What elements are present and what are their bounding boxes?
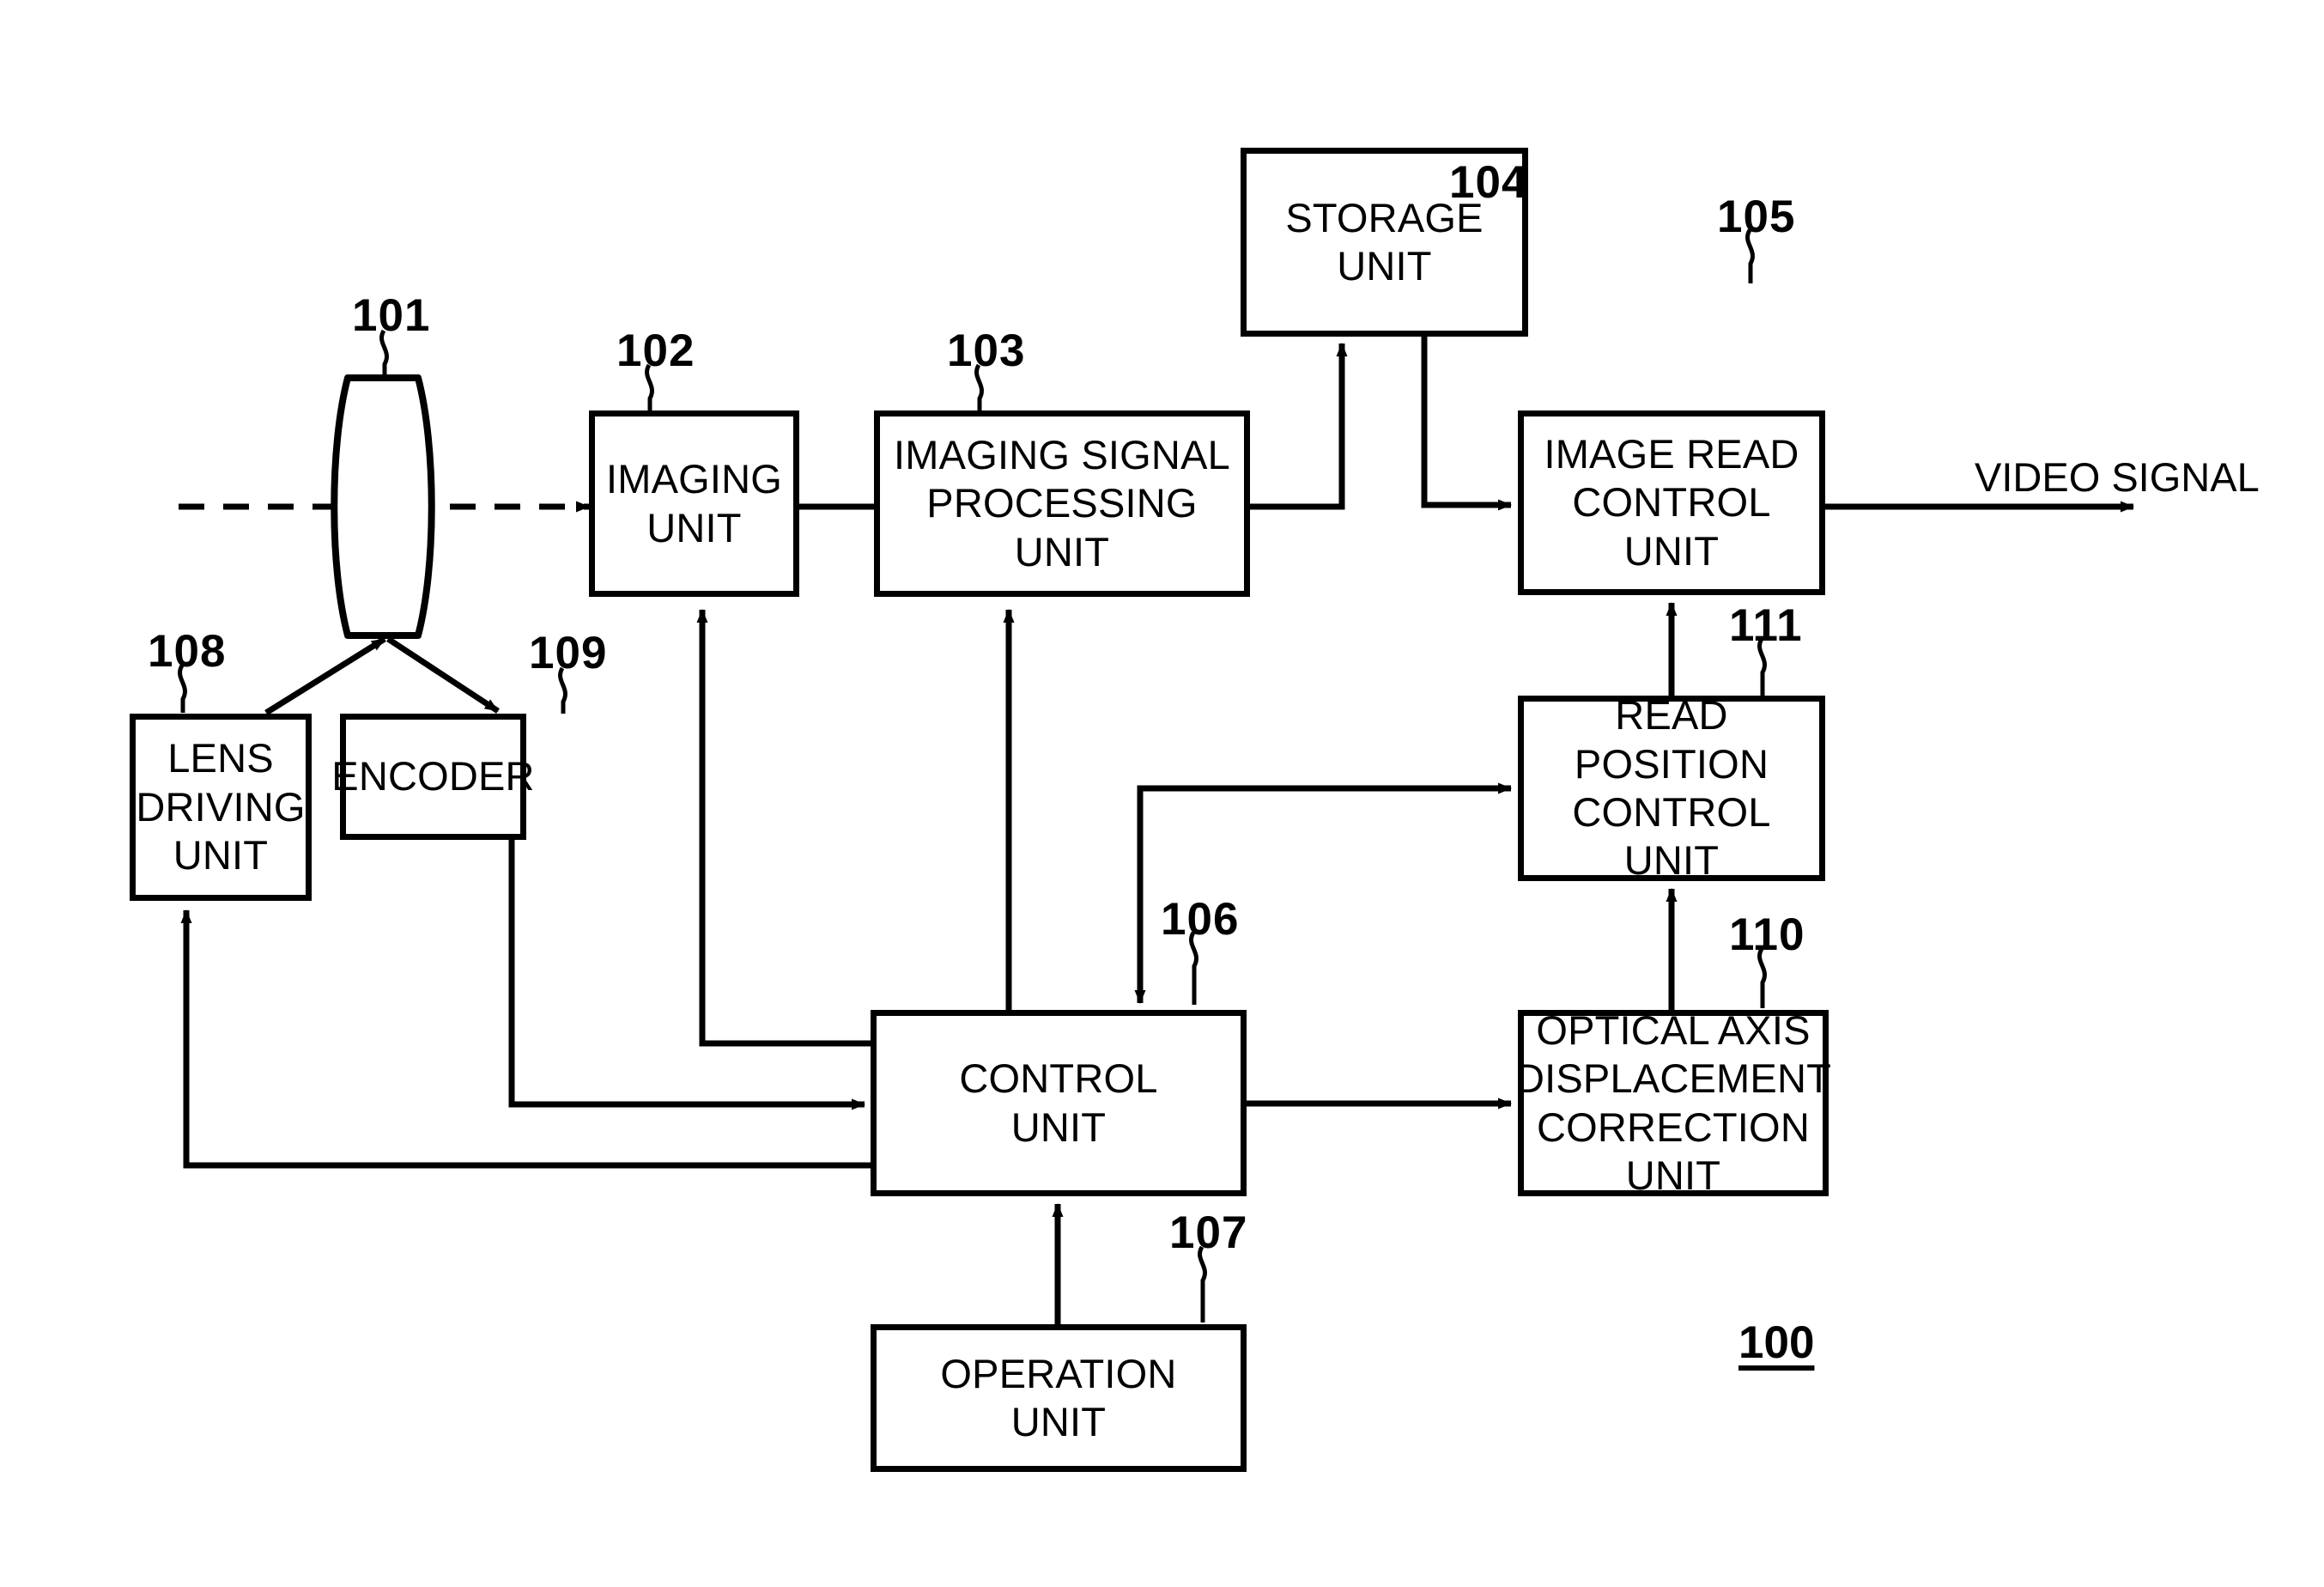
block-encoder-label: ENCODER [331, 753, 535, 800]
refnum-105: 105 [1717, 192, 1796, 242]
wire-lens-to-encoder [386, 636, 500, 714]
wire-storage-to-imgread [1421, 337, 1512, 511]
wire-control-to-lensdrive [180, 909, 871, 1169]
block-optical-axis-displacement-correction-unit[interactable]: OPTICAL AXIS DISPLACEMENT CORRECTION UNI… [1515, 1007, 1831, 1198]
block-image-read-control-unit[interactable]: IMAGE READ CONTROL UNIT [1518, 410, 1825, 595]
block-image-read-control-unit-label: IMAGE READ CONTROL UNIT [1544, 430, 1799, 574]
refnum-110: 110 [1729, 909, 1805, 960]
block-imaging-unit[interactable]: IMAGING UNIT [589, 410, 799, 597]
refnum-107: 107 [1169, 1207, 1248, 1258]
block-lens-driving-unit-label: LENS DRIVING UNIT [136, 735, 306, 879]
refnum-106: 106 [1161, 894, 1240, 945]
refnum-111: 111 [1729, 600, 1803, 651]
lens-glyph [331, 374, 435, 639]
refnum-103: 103 [947, 325, 1026, 376]
figure-canvas: IMAGING UNIT IMAGING SIGNAL PROCESSING U… [0, 0, 2324, 1587]
wire-isp-to-storage [1249, 343, 1348, 510]
block-read-position-control-unit-label: READ POSITION CONTROL UNIT [1572, 692, 1771, 884]
block-operation-unit-label: OPERATION UNIT [940, 1350, 1177, 1444]
block-optical-axis-displacement-correction-unit-label: OPTICAL AXIS DISPLACEMENT CORRECTION UNI… [1514, 1006, 1832, 1198]
block-control-unit-label: CONTROL UNIT [959, 1055, 1158, 1150]
block-encoder[interactable]: ENCODER [331, 714, 535, 840]
wire-lensdrive-to-lens [264, 636, 386, 715]
block-imaging-unit-label: IMAGING UNIT [605, 456, 783, 550]
refnum-102: 102 [616, 325, 695, 376]
figure-id-label: 100 [1738, 1317, 1815, 1368]
block-imaging-signal-processing-unit[interactable]: IMAGING SIGNAL PROCESSING UNIT [874, 410, 1250, 597]
wire-encoder-to-control [508, 840, 865, 1110]
block-operation-unit[interactable]: OPERATION UNIT [871, 1324, 1247, 1472]
block-lens-driving-unit[interactable]: LENS DRIVING UNIT [130, 714, 312, 901]
refnum-104: 104 [1449, 157, 1528, 208]
refnum-109: 109 [529, 628, 608, 678]
block-imaging-signal-processing-unit-label: IMAGING SIGNAL PROCESSING UNIT [894, 431, 1230, 575]
block-control-unit[interactable]: CONTROL UNIT [871, 1010, 1247, 1196]
wire-control-to-imaging [696, 609, 871, 1047]
refnum-108: 108 [148, 626, 227, 677]
video-signal-label: VIDEO SIGNAL [1975, 454, 2260, 500]
block-read-position-control-unit[interactable]: READ POSITION CONTROL UNIT [1518, 692, 1825, 883]
refnum-101: 101 [352, 290, 431, 341]
